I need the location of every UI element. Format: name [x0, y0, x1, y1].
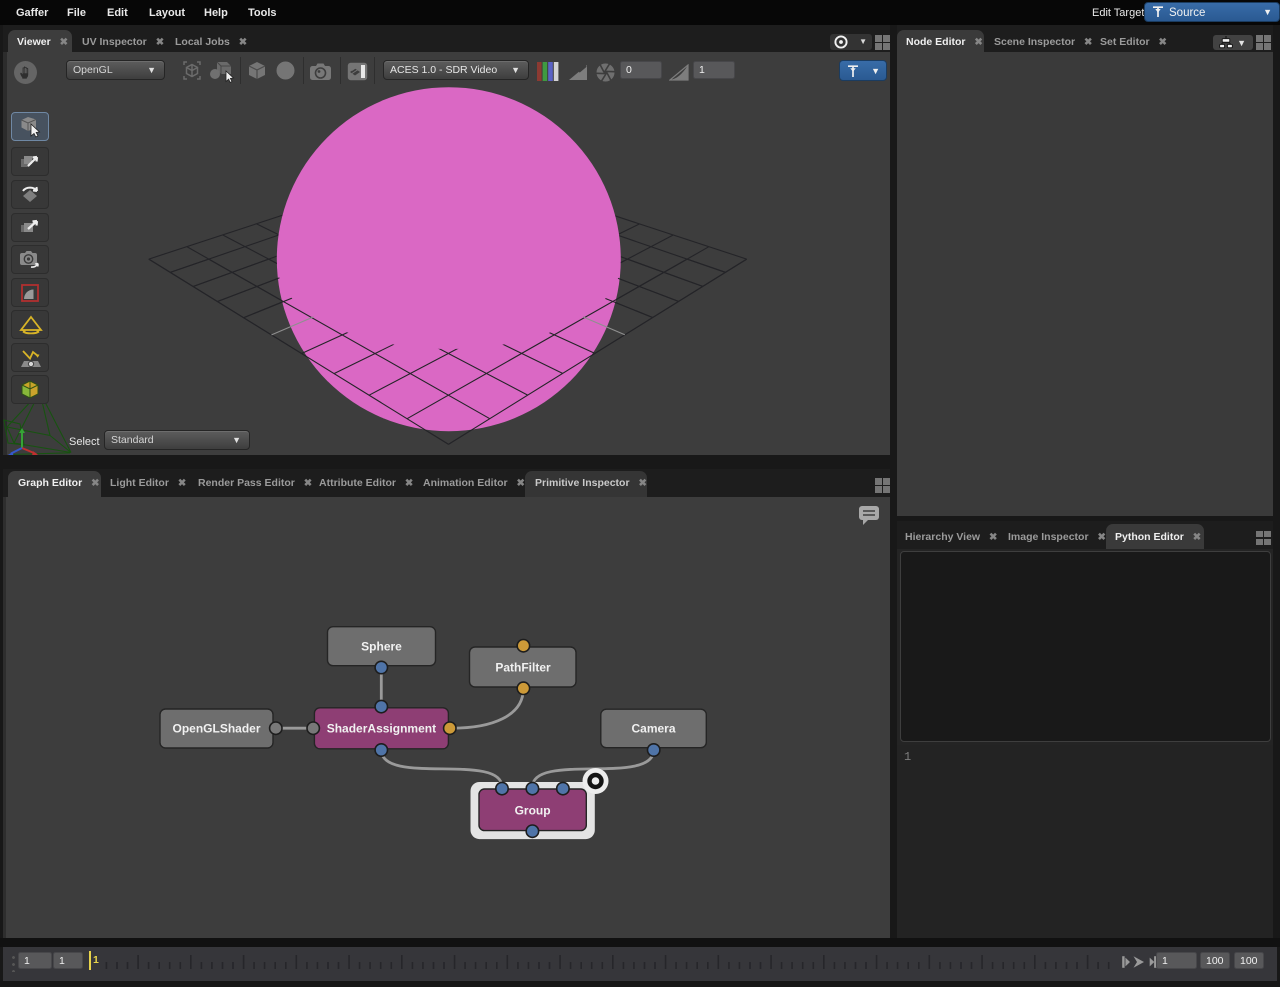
svg-text:ShaderAssignment: ShaderAssignment — [327, 722, 436, 736]
svg-text:Camera: Camera — [631, 722, 675, 736]
svg-text:Group: Group — [515, 804, 551, 818]
svg-text:OpenGLShader: OpenGLShader — [172, 722, 260, 736]
svg-text:Sphere: Sphere — [361, 640, 402, 654]
svg-text:PathFilter: PathFilter — [495, 661, 551, 675]
